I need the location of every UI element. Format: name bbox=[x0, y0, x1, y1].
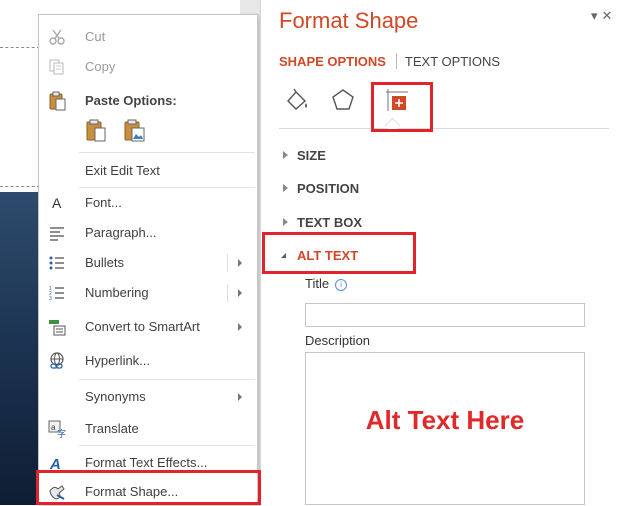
translate-icon: a 字 bbox=[47, 419, 67, 439]
section-label: POSITION bbox=[297, 181, 360, 196]
section-size[interactable]: SIZE bbox=[279, 145, 599, 167]
section-position[interactable]: POSITION bbox=[279, 178, 599, 200]
menu-item-label: Cut bbox=[85, 29, 106, 44]
shape-border-dashed bbox=[0, 47, 40, 48]
menu-item-copy[interactable]: Copy bbox=[39, 53, 257, 81]
format-shape-icon bbox=[47, 482, 67, 502]
menu-item-label: Exit Edit Text bbox=[85, 163, 160, 178]
menu-item-label: Font... bbox=[85, 195, 122, 210]
bullets-icon bbox=[47, 253, 67, 273]
paragraph-icon bbox=[47, 223, 67, 243]
menu-item-exit-edit-text[interactable]: Exit Edit Text bbox=[39, 157, 257, 185]
menu-item-translate[interactable]: a 字 Translate bbox=[39, 415, 257, 443]
menu-item-font[interactable]: A Font... bbox=[39, 189, 257, 217]
scissors-icon bbox=[47, 27, 67, 47]
menu-item-label: Translate bbox=[85, 421, 139, 436]
copy-icon bbox=[47, 57, 67, 77]
tab-shape-options[interactable]: SHAPE OPTIONS bbox=[279, 54, 396, 69]
svg-text:a: a bbox=[51, 423, 56, 432]
paste-picture-button[interactable] bbox=[121, 117, 147, 143]
menu-item-label: Bullets bbox=[85, 255, 125, 270]
hyperlink-icon bbox=[47, 351, 67, 371]
submenu-separator bbox=[227, 284, 228, 302]
pane-options-dropdown-icon[interactable]: ▾ bbox=[591, 8, 598, 24]
menu-item-label: Convert to SmartArt bbox=[85, 319, 200, 334]
fill-line-icon[interactable] bbox=[279, 82, 315, 118]
alt-description-input[interactable]: Alt Text Here bbox=[305, 352, 585, 505]
menu-item-label: Numbering bbox=[85, 285, 149, 300]
title-field-label: Title i bbox=[305, 276, 348, 291]
menu-item-bullets[interactable]: Bullets bbox=[39, 249, 257, 277]
effects-icon[interactable] bbox=[325, 82, 361, 118]
expand-triangle-icon bbox=[283, 218, 288, 226]
font-icon: A bbox=[47, 193, 67, 213]
expand-triangle-icon bbox=[283, 184, 288, 192]
menu-item-label: Synonyms bbox=[85, 389, 146, 404]
svg-text:字: 字 bbox=[57, 428, 66, 438]
pane-title: Format Shape bbox=[279, 8, 419, 33]
section-text-box[interactable]: TEXT BOX bbox=[279, 212, 599, 234]
pane-tabs: SHAPE OPTIONS TEXT OPTIONS bbox=[279, 52, 500, 70]
menu-item-format-text-effects[interactable]: A Format Text Effects... bbox=[39, 449, 257, 477]
numbering-icon: 1 2 3 bbox=[47, 283, 67, 303]
section-label: SIZE bbox=[297, 148, 326, 163]
paste-keep-formatting-button[interactable] bbox=[83, 117, 109, 143]
menu-item-synonyms[interactable]: Synonyms bbox=[39, 383, 257, 411]
description-value: Alt Text Here bbox=[365, 405, 525, 435]
menu-item-label: Paragraph... bbox=[85, 225, 157, 240]
text-effects-icon: A bbox=[47, 453, 67, 473]
menu-item-label: Format Text Effects... bbox=[85, 455, 208, 470]
format-shape-pane: Format Shape ▾ ✕ SHAPE OPTIONS TEXT OPTI… bbox=[260, 0, 620, 505]
submenu-arrow-icon bbox=[238, 289, 242, 297]
menu-item-numbering[interactable]: 1 2 3 Numbering bbox=[39, 279, 257, 307]
menu-item-convert-to-smartart[interactable]: Convert to SmartArt bbox=[39, 313, 257, 341]
size-properties-icon[interactable] bbox=[379, 82, 415, 118]
section-label: ALT TEXT bbox=[297, 248, 359, 263]
paste-keep-formatting-icon bbox=[86, 119, 106, 142]
menu-divider bbox=[79, 187, 255, 188]
close-icon[interactable]: ✕ bbox=[602, 8, 613, 24]
submenu-separator bbox=[227, 254, 228, 272]
paste-options-row bbox=[83, 117, 147, 147]
section-label: TEXT BOX bbox=[297, 215, 363, 230]
paste-options-label: Paste Options: bbox=[85, 93, 177, 108]
menu-item-format-shape[interactable]: Format Shape... bbox=[39, 478, 257, 506]
section-alt-text[interactable]: ALT TEXT bbox=[279, 245, 599, 267]
info-icon[interactable]: i bbox=[335, 279, 348, 291]
slide-image bbox=[0, 192, 40, 505]
collapse-triangle-icon bbox=[281, 253, 286, 258]
paste-icon bbox=[47, 91, 67, 111]
menu-item-label: Format Shape... bbox=[85, 484, 179, 499]
menu-item-label: Hyperlink... bbox=[85, 353, 151, 368]
svg-text:A: A bbox=[52, 195, 62, 211]
title-label-text: Title bbox=[305, 276, 330, 291]
pane-controls: ▾ ✕ bbox=[591, 8, 619, 24]
description-field-label: Description bbox=[305, 333, 371, 348]
paste-picture-icon bbox=[124, 119, 145, 142]
context-menu: Cut Copy Paste Options: Exit Edit Text A… bbox=[38, 14, 258, 505]
submenu-arrow-icon bbox=[238, 259, 242, 267]
svg-text:3: 3 bbox=[49, 296, 52, 302]
menu-item-paste-options: Paste Options: bbox=[39, 87, 257, 115]
menu-item-paragraph[interactable]: Paragraph... bbox=[39, 219, 257, 247]
submenu-arrow-icon bbox=[238, 393, 242, 401]
menu-item-label: Copy bbox=[85, 59, 116, 74]
menu-divider bbox=[79, 152, 255, 153]
menu-item-hyperlink[interactable]: Hyperlink... bbox=[39, 347, 257, 375]
shape-border-dashed bbox=[0, 186, 40, 187]
menu-divider bbox=[79, 445, 255, 446]
expand-triangle-icon bbox=[283, 151, 288, 159]
smartart-icon bbox=[47, 317, 67, 337]
selected-category-pointer bbox=[384, 117, 401, 134]
menu-item-cut[interactable]: Cut bbox=[39, 23, 257, 51]
alt-title-input[interactable] bbox=[305, 303, 585, 327]
svg-text:A: A bbox=[49, 456, 61, 472]
submenu-arrow-icon bbox=[238, 323, 242, 331]
tab-text-options[interactable]: TEXT OPTIONS bbox=[397, 54, 500, 69]
pane-icons-divider bbox=[279, 128, 609, 129]
menu-divider bbox=[79, 379, 255, 380]
